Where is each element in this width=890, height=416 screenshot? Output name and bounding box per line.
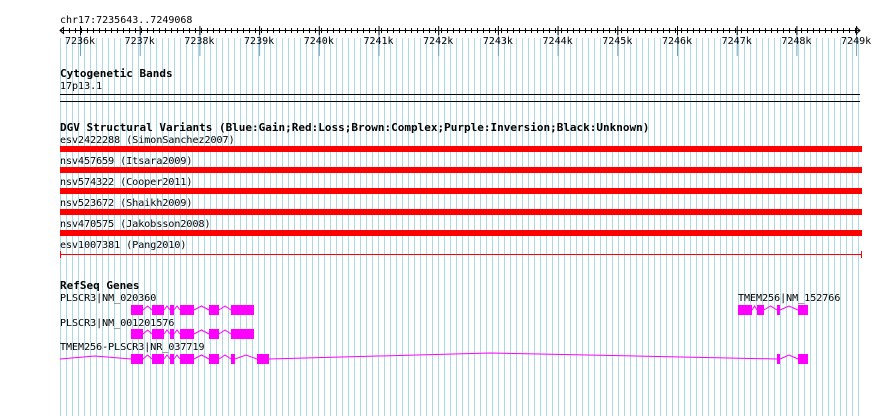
gene-exon[interactable]: [170, 329, 174, 339]
gene-exon[interactable]: [257, 354, 269, 364]
gene-intron: [218, 329, 232, 335]
gene-label[interactable]: TMEM256|NM_152766: [738, 293, 840, 304]
cytoband-label: 17p13.1: [60, 81, 103, 92]
variant-label[interactable]: nsv470575 (Jakobsson2008): [60, 219, 211, 230]
gene-exon[interactable]: [131, 305, 143, 315]
gene-intron: [163, 329, 171, 335]
gene-label[interactable]: PLSCR3|NM_020360: [60, 293, 156, 304]
gene-exon[interactable]: [757, 305, 764, 315]
refseq-genes-track: [59, 305, 808, 364]
gene-exon[interactable]: [231, 354, 235, 364]
dgv-track-title: DGV Structural Variants (Blue:Gain;Red:L…: [60, 121, 650, 134]
refseq-track-title: RefSeq Genes: [60, 279, 140, 292]
gene-exon[interactable]: [777, 305, 780, 315]
gene-intron: [218, 305, 232, 311]
gene-label[interactable]: PLSCR3|NM_001201576: [60, 318, 174, 329]
variant-label[interactable]: nsv457659 (Itsara2009): [60, 156, 192, 167]
gene-exon[interactable]: [180, 329, 194, 339]
ruler-tick-label: 7238k: [184, 36, 214, 47]
gene-exon[interactable]: [209, 329, 219, 339]
cytoband-track-title: Cytogenetic Bands: [60, 67, 173, 80]
ruler-tick-label: 7246k: [662, 36, 692, 47]
gene-exon[interactable]: [131, 354, 143, 364]
gene-exon[interactable]: [798, 305, 808, 315]
gene-exon[interactable]: [152, 329, 164, 339]
variant-bar[interactable]: [60, 230, 862, 236]
variant-bar[interactable]: [60, 188, 862, 194]
gene-exon[interactable]: [209, 354, 219, 364]
ruler-tick-label: 7248k: [781, 36, 811, 47]
gene-exon[interactable]: [738, 305, 752, 315]
ruler-tick-label: 7240k: [304, 36, 334, 47]
ruler-tick-label: 7243k: [483, 36, 513, 47]
gene-exon[interactable]: [170, 305, 174, 315]
gene-exon[interactable]: [131, 329, 143, 339]
gene-exon[interactable]: [152, 354, 164, 364]
gene-intron: [193, 305, 210, 311]
variant-label[interactable]: esv2422288 (SimonSanchez2007): [60, 135, 235, 146]
ruler-tick-label: 7242k: [423, 36, 453, 47]
gene-intron: [193, 329, 210, 335]
gene-intron: [779, 305, 799, 311]
gene-intron: [163, 354, 171, 360]
ruler-tick-label: 7245k: [602, 36, 632, 47]
gene-exon[interactable]: [231, 305, 254, 315]
variant-label[interactable]: nsv523672 (Shaikh2009): [60, 198, 192, 209]
ruler-tick-label: 7236k: [65, 36, 95, 47]
ruler-tick-label: 7244k: [543, 36, 573, 47]
gene-exon[interactable]: [777, 354, 780, 364]
gene-exon[interactable]: [180, 354, 194, 364]
ruler-tick-label: 7241k: [363, 36, 393, 47]
gene-exon[interactable]: [152, 305, 164, 315]
location-label: chr17:7235643..7249068: [60, 15, 193, 26]
gene-intron: [163, 305, 171, 311]
variant-label[interactable]: nsv574322 (Cooper2011): [60, 177, 192, 188]
gene-label[interactable]: TMEM256-PLSCR3|NR_037719: [60, 342, 205, 353]
gene-exon[interactable]: [170, 354, 174, 364]
gene-intron: [779, 354, 799, 360]
ruler-tick-label: 7247k: [722, 36, 752, 47]
gene-exon[interactable]: [798, 354, 808, 364]
genome-browser-view: 7236k 7237k 7238k 7239k 7240k 7241k 7242k 7243k…: [0, 0, 890, 416]
variant-bar[interactable]: [60, 209, 862, 215]
variant-bar[interactable]: [60, 167, 862, 173]
variant-label[interactable]: esv1007381 (Pang2010): [60, 240, 186, 251]
position-ruler: 7236k 7237k 7238k 7239k 7240k 7241k 7242k 7243k…: [59, 26, 871, 56]
gene-exon[interactable]: [180, 305, 194, 315]
ruler-tick-label: 7249k: [841, 36, 871, 47]
gene-exon[interactable]: [209, 305, 219, 315]
gene-exon[interactable]: [231, 329, 254, 339]
variant-bar[interactable]: [60, 146, 862, 152]
ruler-tick-label: 7237k: [125, 36, 155, 47]
gene-intron: [218, 354, 232, 360]
gene-intron: [763, 305, 778, 311]
gene-intron: [193, 354, 210, 360]
ruler-tick-label: 7239k: [244, 36, 274, 47]
